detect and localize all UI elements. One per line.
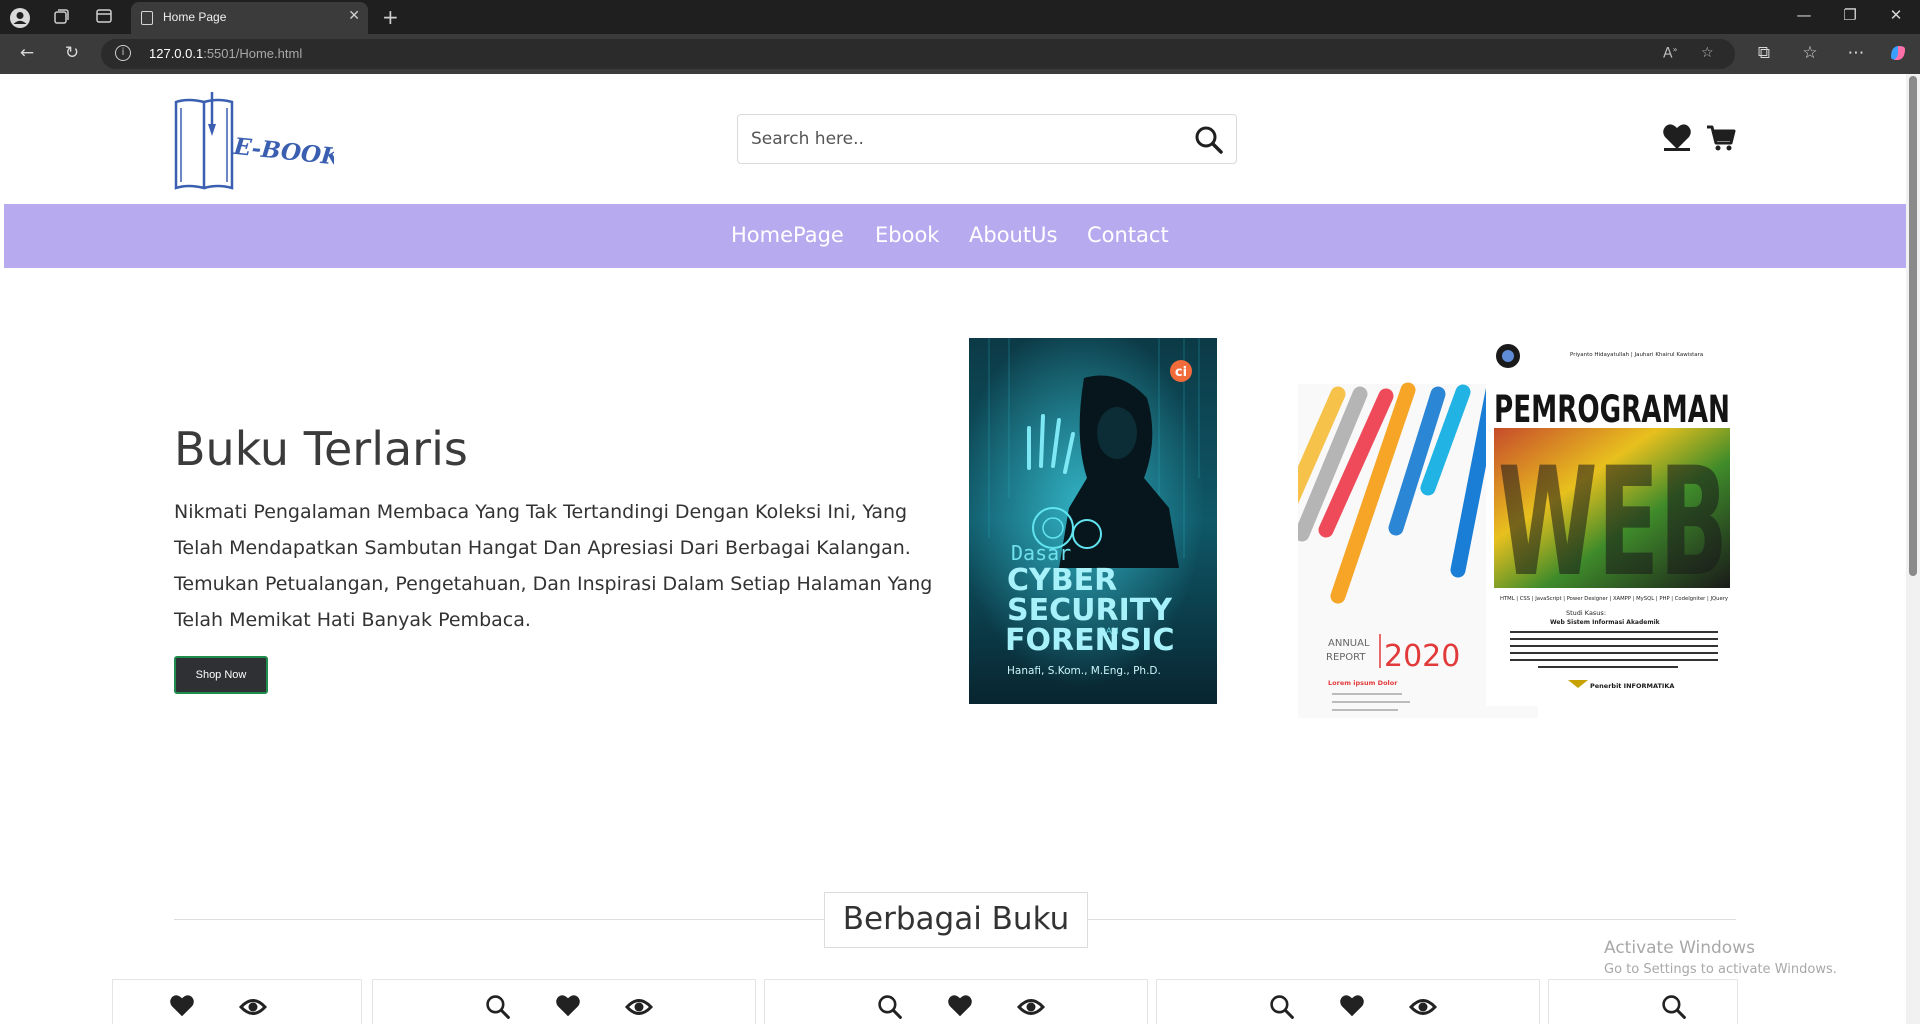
hero-description: Nikmati Pengalaman Membaca Yang Tak Tert… bbox=[174, 501, 933, 631]
book2-study-case: Studi Kasus: bbox=[1566, 609, 1606, 617]
product-card-4 bbox=[1156, 979, 1540, 1024]
more-icon[interactable]: ⋯ bbox=[1844, 43, 1868, 63]
shop-now-button[interactable]: Shop Now bbox=[174, 656, 268, 694]
logo-text: E-BOOK MSD bbox=[232, 133, 334, 179]
address-bar[interactable]: i 127.0.0.1:5501/Home.html A» ☆ bbox=[101, 39, 1735, 69]
product-card-2 bbox=[372, 979, 756, 1024]
heart-icon[interactable] bbox=[1339, 994, 1365, 1020]
tab-title: Home Page bbox=[163, 10, 227, 24]
site-info-icon[interactable]: i bbox=[115, 45, 131, 61]
book2-lorem: Lorem ipsum Dolor bbox=[1328, 679, 1398, 687]
eye-icon[interactable] bbox=[238, 994, 268, 1020]
svg-text:ci: ci bbox=[1175, 365, 1187, 380]
book2-title-web: WEB bbox=[1498, 436, 1728, 610]
page-icon bbox=[141, 11, 153, 25]
book2-year: 2020 bbox=[1384, 639, 1460, 674]
search-box bbox=[737, 114, 1237, 164]
favorites-icon[interactable]: ☆ bbox=[1798, 43, 1822, 63]
book1-title-dasar: Dasar bbox=[1011, 541, 1071, 565]
nav-link-contact[interactable]: Contact bbox=[1087, 223, 1169, 247]
back-icon[interactable]: ← bbox=[15, 43, 39, 63]
book2-authors: Priyanto Hidayatullah | Jauhari Khairul … bbox=[1570, 352, 1703, 358]
eye-icon[interactable] bbox=[1408, 994, 1438, 1020]
browser-toolbar: ← ↻ i 127.0.0.1:5501/Home.html A» ☆ ⧉ ☆ … bbox=[0, 34, 1920, 74]
book-cover-cyber-security[interactable]: ci Dasar CYBER SECURITY DAN FORENSIC Han… bbox=[969, 338, 1217, 704]
search-icon[interactable] bbox=[1194, 125, 1224, 155]
book2-report: REPORT bbox=[1326, 652, 1366, 663]
close-tab-icon[interactable]: ✕ bbox=[348, 8, 360, 24]
book2-tech: HTML | CSS | JavaScript | Power Designer… bbox=[1500, 596, 1729, 602]
browser-tab-home[interactable]: Home Page ✕ bbox=[131, 2, 368, 34]
favorite-star-icon[interactable]: ☆ bbox=[1701, 45, 1714, 61]
heart-icon[interactable] bbox=[1662, 123, 1692, 153]
site-logo[interactable]: E-BOOK MSD bbox=[174, 88, 412, 192]
eye-icon[interactable] bbox=[1016, 994, 1046, 1020]
close-window-icon[interactable]: ✕ bbox=[1884, 6, 1908, 24]
search-icon[interactable] bbox=[1661, 994, 1687, 1020]
restore-icon[interactable]: ❐ bbox=[1838, 6, 1862, 24]
product-card-1 bbox=[112, 979, 362, 1024]
book2-title-pemrograman: PEMROGRAMAN bbox=[1494, 388, 1730, 431]
book-cover-pemrograman-web[interactable]: ANNUAL REPORT 2020 Lorem ipsum Dolor Pri… bbox=[1298, 338, 1736, 718]
watermark-line-1: Activate Windows bbox=[1604, 938, 1755, 958]
product-card-3 bbox=[764, 979, 1148, 1024]
section-title: Berbagai Buku bbox=[824, 892, 1088, 948]
product-card-5 bbox=[1548, 979, 1738, 1024]
page-scrollbar[interactable] bbox=[1906, 74, 1920, 1024]
nav-link-homepage[interactable]: HomePage bbox=[731, 223, 844, 247]
url-text[interactable]: 127.0.0.1:5501/Home.html bbox=[149, 46, 302, 61]
new-tab-icon[interactable]: + bbox=[382, 5, 399, 29]
browser-titlebar: Home Page ✕ + — ❐ ✕ bbox=[0, 0, 1920, 34]
reload-icon[interactable]: ↻ bbox=[60, 43, 84, 63]
search-icon[interactable] bbox=[1269, 994, 1295, 1020]
main-nav: HomePage Ebook AboutUs Contact bbox=[4, 204, 1906, 268]
search-icon[interactable] bbox=[485, 994, 511, 1020]
minimize-icon[interactable]: — bbox=[1792, 6, 1816, 24]
heart-icon[interactable] bbox=[555, 994, 581, 1020]
search-icon[interactable] bbox=[877, 994, 903, 1020]
copilot-icon[interactable] bbox=[1886, 43, 1910, 68]
profile-icon[interactable] bbox=[9, 7, 31, 28]
workspaces-icon[interactable] bbox=[51, 7, 73, 27]
page-viewport: E-BOOK MSD HomePage Ebook AboutUs Contac… bbox=[4, 74, 1906, 1024]
watermark-line-2: Go to Settings to activate Windows. bbox=[1604, 962, 1837, 977]
search-input[interactable] bbox=[738, 115, 1178, 163]
book2-publisher: Penerbit INFORMATIKA bbox=[1590, 682, 1674, 690]
heart-icon[interactable] bbox=[947, 994, 973, 1020]
tab-actions-icon[interactable] bbox=[93, 7, 115, 27]
cart-icon[interactable] bbox=[1706, 123, 1736, 153]
nav-link-ebook[interactable]: Ebook bbox=[875, 223, 939, 247]
book2-annual: ANNUAL bbox=[1328, 638, 1370, 649]
book1-title-forensic: FORENSIC bbox=[1005, 623, 1174, 658]
hero-title: Buku Terlaris bbox=[174, 422, 468, 476]
eye-icon[interactable] bbox=[624, 994, 654, 1020]
heart-icon[interactable] bbox=[169, 994, 195, 1020]
extensions-icon[interactable]: ⧉ bbox=[1752, 43, 1776, 63]
nav-link-aboutus[interactable]: AboutUs bbox=[969, 223, 1057, 247]
windows-activation-watermark: Activate Windows Go to Settings to activ… bbox=[1604, 938, 1837, 977]
scrollbar-thumb[interactable] bbox=[1909, 76, 1917, 576]
read-aloud-icon[interactable]: A» bbox=[1663, 45, 1677, 62]
book2-study-case-title: Web Sistem Informasi Akademik bbox=[1550, 619, 1661, 626]
book1-author: Hanafi, S.Kom., M.Eng., Ph.D. bbox=[1007, 665, 1161, 677]
